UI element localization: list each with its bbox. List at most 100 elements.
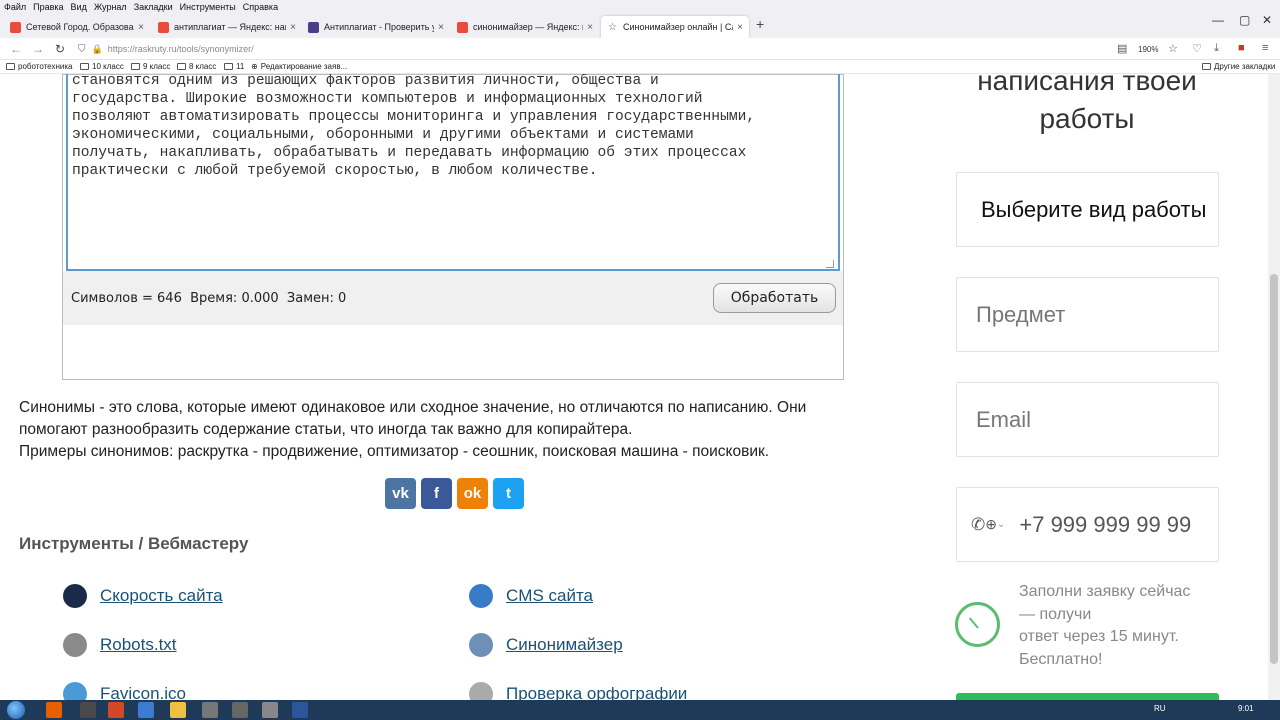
back-icon[interactable]: ← (10, 42, 22, 56)
tool-spelling: Проверка орфографии (469, 682, 687, 700)
tab-synonymizer-search[interactable]: синонимайзер — Яндекс: на × (451, 16, 599, 38)
bookmark-folder[interactable]: 11 (224, 62, 244, 71)
menu-file[interactable]: Файл (4, 2, 26, 12)
close-icon[interactable]: × (587, 22, 593, 33)
tool-link[interactable]: Синонимайзер (506, 635, 623, 655)
tools-heading: Инструменты / Вебмастеру (19, 534, 249, 553)
tab-antiplagiat-search[interactable]: антиплагиат — Яндекс: нашё × (152, 16, 302, 38)
phone-input[interactable]: ✆ ⊕ ⌄ +7 999 999 99 99 (956, 487, 1219, 562)
bookmark-folder[interactable]: 9 класс (131, 62, 170, 71)
clock[interactable]: 9:01 (1238, 704, 1254, 713)
page-scrollbar[interactable] (1268, 74, 1280, 700)
phone-country-selector[interactable]: ✆ ⊕ ⌄ (971, 515, 1005, 535)
globe-icon: ⊕ (985, 516, 997, 532)
stats-text: Символов = 646 Время: 0.000 Замен: 0 (71, 291, 347, 306)
app-icon[interactable] (232, 702, 248, 718)
lock-icon: 🔒 (91, 43, 103, 54)
taskbar: RU 9:01 (0, 700, 1280, 720)
process-button[interactable]: Обработать (713, 283, 836, 313)
tab-title: Синонимайзер онлайн | Сло (623, 22, 734, 32)
scrollbar-thumb[interactable] (1270, 274, 1278, 664)
bookmarks-bar: робототехника 10 класс 9 класс 8 класс 1… (0, 60, 1280, 74)
address-bar[interactable]: ⛉ 🔒 https://raskruty.ru/tools/synonymize… (78, 40, 1108, 58)
pocket-icon[interactable]: ♡ (1192, 42, 1202, 55)
app-icon[interactable] (138, 702, 154, 718)
shield-icon: ⛉ (78, 43, 86, 55)
work-type-select[interactable]: Выберите вид работы ⌄ (956, 172, 1219, 247)
menu-bookmarks[interactable]: Закладки (134, 2, 173, 12)
menu-icon[interactable]: ≡ (1262, 42, 1268, 54)
phone-icon: ✆ (971, 514, 986, 534)
close-window-icon[interactable]: ✕ (1262, 13, 1272, 27)
tool-link[interactable]: Favicon.ico (100, 684, 186, 700)
tab-school[interactable]: Сетевой Город. Образование × (4, 16, 150, 38)
app-icon[interactable] (80, 702, 96, 718)
app-icon[interactable] (202, 702, 218, 718)
odnoklassniki-share-icon[interactable]: ok (457, 478, 488, 509)
bookmark-folder[interactable]: 10 класс (80, 62, 124, 71)
tool-site-speed: Скорость сайта (63, 584, 223, 608)
symbol-count: 646 (157, 291, 182, 306)
download-icon[interactable]: ⤓ (1214, 42, 1219, 55)
stats-bar: Символов = 646 Время: 0.000 Замен: 0 Обр… (63, 271, 843, 325)
app-icon[interactable] (262, 702, 278, 718)
facebook-share-icon[interactable]: f (421, 478, 452, 509)
forward-icon[interactable]: → (32, 42, 44, 56)
synonyms-description: Синонимы - это слова, которые имеют один… (19, 399, 807, 460)
minimize-icon[interactable]: — (1212, 13, 1224, 27)
tool-link[interactable]: Robots.txt (100, 635, 177, 655)
zoom-level[interactable]: 190% (1138, 45, 1158, 54)
menu-history[interactable]: Журнал (94, 2, 127, 12)
tab-title: Антиплагиат - Проверить уни (324, 22, 434, 32)
subject-input[interactable]: Предмет (956, 277, 1219, 352)
tab-antiplagiat[interactable]: Антиплагиат - Проверить уни × (302, 16, 450, 38)
menu-help[interactable]: Справка (243, 2, 278, 12)
bookmark-folder[interactable]: робототехника (6, 62, 72, 71)
chevron-down-icon: ⌄ (996, 519, 1006, 530)
menu-tools[interactable]: Инструменты (180, 2, 236, 12)
close-icon[interactable]: × (290, 22, 296, 33)
tool-link[interactable]: Проверка орфографии (506, 684, 687, 700)
folder-icon (131, 63, 140, 70)
tab-synonymizer[interactable]: ☆ Синонимайзер онлайн | Сло × (601, 16, 749, 38)
tool-link[interactable]: Скорость сайта (100, 586, 223, 606)
order-form-title: написания твоей работы (977, 74, 1197, 134)
reader-icon[interactable]: ▤ (1117, 42, 1127, 55)
other-bookmarks[interactable]: Другие закладки (1202, 62, 1275, 71)
bookmark-link[interactable]: ⊕ Редактирование заяв... (251, 62, 347, 71)
menu-edit[interactable]: Правка (33, 2, 63, 12)
close-icon[interactable]: × (138, 22, 144, 33)
bookmark-star-icon[interactable]: ☆ (1168, 42, 1178, 55)
powerpoint-icon[interactable] (108, 702, 124, 718)
source-text-area[interactable]: становятся одним из решающих факторов ра… (66, 74, 840, 271)
tool-link[interactable]: CMS сайта (506, 586, 593, 606)
menu-view[interactable]: Вид (71, 2, 87, 12)
close-icon[interactable]: × (737, 22, 743, 33)
email-input[interactable]: Email (956, 382, 1219, 457)
extension-icon[interactable]: ■ (1238, 42, 1245, 54)
word-icon[interactable] (292, 702, 308, 718)
twitter-share-icon[interactable]: t (493, 478, 524, 509)
language-indicator[interactable]: RU (1154, 704, 1166, 713)
folder-icon[interactable] (170, 702, 186, 718)
reload-icon[interactable]: ↻ (55, 42, 65, 56)
tool-robots: Robots.txt (63, 633, 177, 657)
android-icon (63, 633, 87, 657)
bookmark-folder[interactable]: 8 класс (177, 62, 216, 71)
tool-cms: CMS сайта (469, 584, 593, 608)
folder-icon (224, 63, 233, 70)
vk-share-icon[interactable]: vk (385, 478, 416, 509)
start-button[interactable] (7, 701, 25, 719)
firefox-icon[interactable] (46, 702, 62, 718)
new-tab-icon[interactable]: + (756, 16, 764, 32)
synonymizer-panel: становятся одним из решающих факторов ра… (62, 74, 844, 380)
close-icon[interactable]: × (438, 22, 444, 33)
tab-title: синонимайзер — Яндекс: на (473, 22, 584, 32)
time-value: 0.000 (241, 291, 279, 306)
maximize-icon[interactable]: ▢ (1239, 13, 1250, 27)
tab-favicon-icon (457, 21, 468, 33)
page-content: становятся одним из решающих факторов ра… (0, 74, 1268, 700)
resize-handle-icon[interactable] (826, 260, 834, 268)
submit-button[interactable] (956, 693, 1219, 700)
folder-icon (80, 63, 89, 70)
